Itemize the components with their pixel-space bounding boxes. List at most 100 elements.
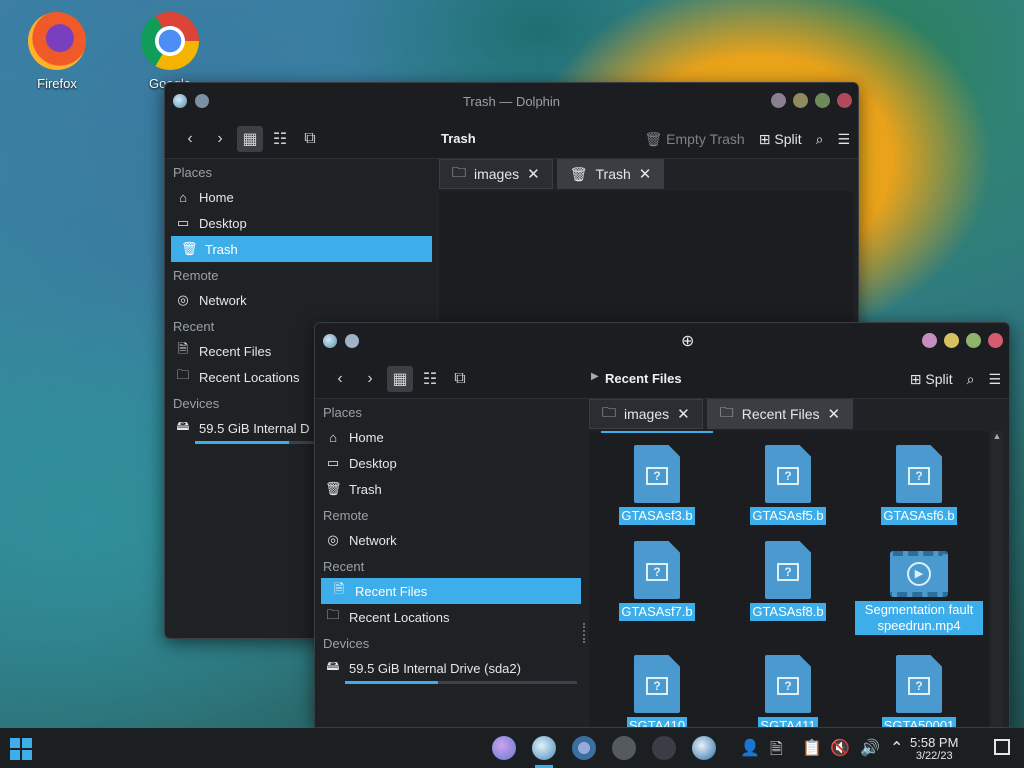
places-header: Places [323,405,363,420]
terminal-app-icon[interactable] [652,736,676,760]
file-item[interactable]: ? GTASAsf7.b [597,541,717,621]
dolphin-app-icon[interactable] [532,736,556,760]
file-item[interactable]: ? GTASAsf5.b [728,445,848,525]
split-button[interactable]: ⊞ Split [759,131,802,148]
close-button[interactable] [837,93,852,108]
sidebar-item-label: 59.5 GiB Internal D [199,420,310,436]
icons-view-button[interactable]: ▦ [237,125,263,152]
show-desktop-icon[interactable] [994,739,1010,755]
breadcrumb-chevron-icon: ▶ [591,371,599,382]
sidebar-item-label: Recent Files [199,343,272,359]
tab-images[interactable]: 🗀 images ✕ [439,159,553,189]
menu-icon[interactable]: ☰ [837,131,850,148]
tab-bar: 🗀 images ✕ 🗀 Recent Files ✕ [589,399,854,429]
sidebar-item-recent-locations[interactable]: 🗀 Recent Locations [315,604,583,630]
sidebar-item-trash[interactable]: 🗑 Trash [171,236,432,262]
details-view-button[interactable]: ☷ [267,126,293,152]
back-button[interactable]: ‹ [327,366,353,392]
back-button[interactable]: ‹ [177,126,203,152]
user-switch-icon[interactable]: 🗎 [770,738,783,765]
maximize-button[interactable] [815,93,830,108]
minimize-button[interactable] [944,333,959,348]
app-menu-icon[interactable] [323,334,337,348]
title-bar[interactable]: ⊕ [315,323,1009,359]
settings-app-icon[interactable] [572,736,596,760]
compact-view-button[interactable]: ⧉ [447,366,473,392]
file-item[interactable]: ? SGTA50001 [859,655,979,727]
compact-view-button[interactable]: ⧉ [297,126,323,152]
trash-icon: 🗑 [181,241,198,256]
close-tab-icon[interactable]: ✕ [828,405,841,423]
panel-splitter[interactable] [583,623,587,643]
sidebar-item-label: Home [349,429,384,445]
search-icon[interactable]: ⌕ [816,131,824,148]
file-view[interactable]: ? GTASAsf3.b ? GTASAsf5.b ? GTASAsf6.b ?… [589,431,989,727]
scroll-up-icon[interactable]: ▲ [991,431,1003,441]
sidebar-item-label: Recent Files [355,583,428,599]
sidebar-item-device[interactable]: 🖴 59.5 GiB Internal Drive (sda2) [315,655,583,681]
minimize-button[interactable] [793,93,808,108]
sidebar-item-desktop[interactable]: ▭ Desktop [315,450,583,476]
forward-button[interactable]: › [207,126,233,152]
user-icon[interactable]: 👤 [740,738,760,758]
forward-button[interactable]: › [357,366,383,392]
launcher-app-icon[interactable] [492,736,516,760]
file-name: GTASAsf3.b [619,507,695,525]
drive-icon: 🖴 [176,418,190,433]
close-tab-icon[interactable]: ✕ [639,165,652,183]
steam-app-icon[interactable] [692,736,716,760]
clock[interactable]: 5:58 PM 3/22/23 [910,735,958,762]
recent-files-icon: 🗎 [177,341,189,356]
close-button[interactable] [988,333,1003,348]
tab-recent-files[interactable]: 🗀 Recent Files ✕ [706,399,854,429]
toolbar: ‹ › ▦ ☷ ⧉ Trash 🗑 Empty Trash ⊞ Split ⌕ … [165,119,858,159]
sidebar-item-recent-files[interactable]: 🗎 Recent Files [321,578,581,604]
details-view-button[interactable]: ☷ [417,366,443,392]
sidebar-item-home[interactable]: ⌂ Home [165,184,435,210]
dolphin-window-recent-files[interactable]: ⊕ ‹ › ▦ ☷ ⧉ ▶ Recent Files ⊞ Split ⌕ ☰ P… [314,322,1010,728]
sidebar-item-network[interactable]: ◎ Network [315,527,583,553]
split-button[interactable]: ⊞ Split [910,371,953,388]
sidebar-item-home[interactable]: ⌂ Home [315,424,583,450]
vertical-scrollbar[interactable]: ▲ [991,431,1003,727]
places-header: Places [173,165,213,180]
shade-button[interactable] [771,93,786,108]
file-item[interactable]: ? SGTA410 [597,655,717,727]
mute-icon[interactable]: 🔇 [830,738,850,758]
empty-trash-button[interactable]: 🗑 Empty Trash [644,131,744,148]
tab-trash[interactable]: 🗑 Trash ✕ [556,159,665,189]
title-bar[interactable]: Trash — Dolphin [165,83,858,119]
file-item[interactable]: ? SGTA411 [728,655,848,727]
shade-button[interactable] [922,333,937,348]
maximize-button[interactable] [966,333,981,348]
close-tab-icon[interactable]: ✕ [527,165,540,183]
sidebar-item-trash[interactable]: 🗑 Trash [315,476,583,502]
tab-images[interactable]: 🗀 images ✕ [589,399,703,429]
split-label: Split [925,370,953,387]
close-tab-icon[interactable]: ✕ [677,405,690,423]
sidebar-item-label: Desktop [199,215,247,231]
file-item[interactable]: ? GTASAsf6.b [859,445,979,525]
icons-view-button[interactable]: ▦ [387,365,413,392]
remote-header: Remote [173,268,219,283]
clipboard-icon[interactable]: 📋 [802,738,822,758]
desktop-icon-firefox[interactable]: Firefox [17,12,97,91]
file-name: GTASAsf5.b [750,507,826,525]
sidebar-item-desktop[interactable]: ▭ Desktop [165,210,435,236]
home-icon: ⌂ [179,189,187,205]
sidebar-item-network[interactable]: ◎ Network [165,287,435,313]
desktop-icon-google-chrome[interactable]: Google [130,12,210,91]
file-name: GTASAsf7.b [619,603,695,621]
start-menu-icon[interactable] [10,738,32,760]
file-item[interactable]: ? GTASAsf8.b [728,541,848,621]
file-item[interactable]: ▶ Segmentation fault speedrun.mp4 [855,541,983,635]
menu-icon[interactable]: ☰ [988,371,1001,388]
switcher-app-icon[interactable] [612,736,636,760]
file-item[interactable]: ? GTASAsf3.b [597,445,717,525]
location-label: Trash [441,131,476,146]
pin-icon[interactable] [345,334,359,348]
chevron-up-icon[interactable]: ⌃ [890,738,903,758]
search-icon[interactable]: ⌕ [967,371,975,388]
volume-icon[interactable]: 🔊 [860,738,880,758]
trash-icon: 🗑 [325,481,342,496]
